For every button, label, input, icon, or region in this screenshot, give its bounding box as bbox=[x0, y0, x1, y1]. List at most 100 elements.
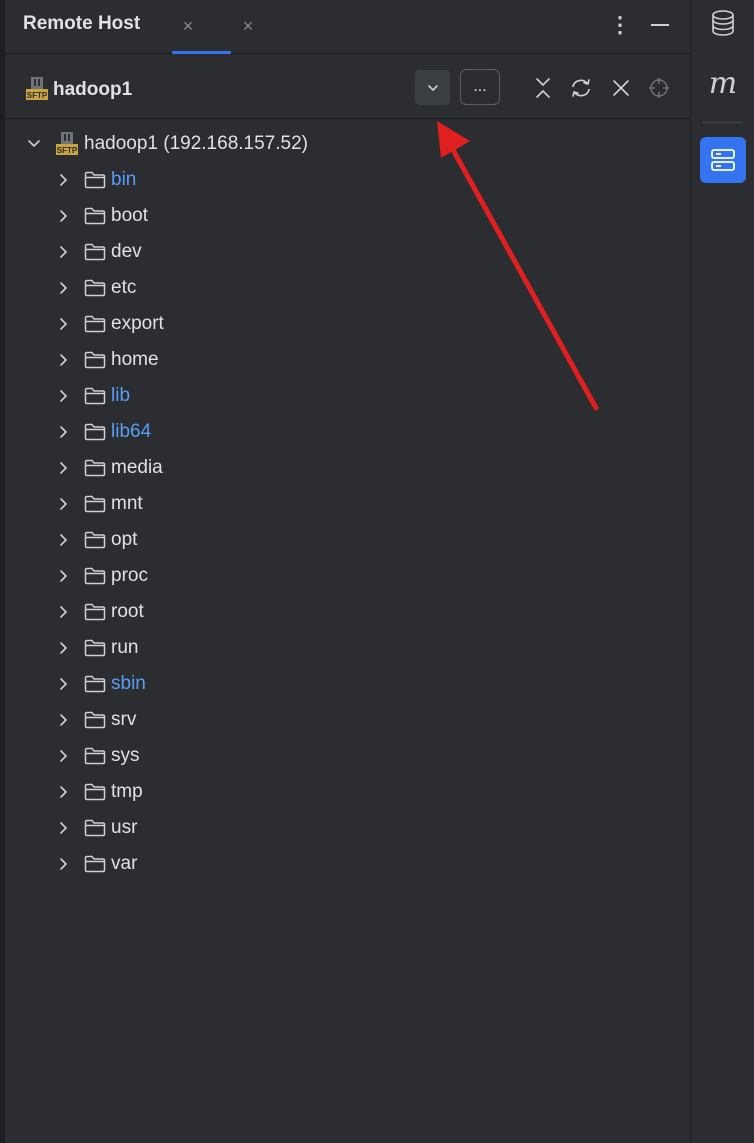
tree-row[interactable]: root bbox=[5, 594, 690, 630]
minimize-icon[interactable] bbox=[648, 11, 672, 39]
folder-icon bbox=[84, 819, 106, 837]
svg-text:SFTP: SFTP bbox=[57, 146, 78, 155]
tree-row[interactable]: usr bbox=[5, 810, 690, 846]
chevron-right-icon[interactable] bbox=[56, 605, 70, 619]
tree-row[interactable]: boot bbox=[5, 198, 690, 234]
target-icon[interactable] bbox=[646, 74, 672, 102]
sftp-icon: SFTP bbox=[26, 77, 48, 100]
collapse-all-icon[interactable] bbox=[530, 74, 556, 102]
chevron-right-icon[interactable] bbox=[56, 497, 70, 511]
tree-item-label: mnt bbox=[111, 493, 143, 514]
chevron-right-icon[interactable] bbox=[56, 281, 70, 295]
folder-icon bbox=[84, 711, 106, 729]
tree-row[interactable]: var bbox=[5, 846, 690, 882]
folder-icon bbox=[84, 315, 106, 333]
chevron-right-icon[interactable] bbox=[56, 821, 70, 835]
tree-root-row[interactable]: SFTP hadoop1 (192.168.157.52) bbox=[5, 126, 690, 162]
chevron-right-icon[interactable] bbox=[56, 569, 70, 583]
chevron-right-icon[interactable] bbox=[56, 389, 70, 403]
chevron-right-icon[interactable] bbox=[56, 785, 70, 799]
tree-root-label: hadoop1 (192.168.157.52) bbox=[84, 133, 308, 154]
tree-item-label: etc bbox=[111, 277, 137, 298]
host-dropdown-button[interactable] bbox=[415, 70, 450, 105]
chevron-right-icon[interactable] bbox=[56, 353, 70, 367]
right-tool-sidebar: m bbox=[690, 0, 754, 1143]
tree-item-label: home bbox=[111, 349, 159, 370]
tree-row[interactable]: srv bbox=[5, 702, 690, 738]
sync-icon[interactable] bbox=[568, 74, 594, 102]
tree-row[interactable]: proc bbox=[5, 558, 690, 594]
chevron-right-icon[interactable] bbox=[56, 425, 70, 439]
sftp-icon: SFTP bbox=[56, 132, 78, 155]
tree-item-label: root bbox=[111, 601, 144, 622]
tree-row[interactable]: dev bbox=[5, 234, 690, 270]
panel-title: Remote Host bbox=[23, 13, 141, 34]
tree-row[interactable]: sbin bbox=[5, 666, 690, 702]
chevron-down-icon bbox=[427, 84, 438, 91]
chevron-down-icon[interactable] bbox=[27, 137, 41, 151]
tree-item-label: sbin bbox=[111, 673, 146, 694]
tree-item-label: run bbox=[111, 637, 139, 658]
tree-row[interactable]: media bbox=[5, 450, 690, 486]
chevron-right-icon[interactable] bbox=[56, 461, 70, 475]
tree-item-label: export bbox=[111, 313, 164, 334]
tree-row[interactable]: opt bbox=[5, 522, 690, 558]
chevron-right-icon[interactable] bbox=[56, 173, 70, 187]
folder-icon bbox=[84, 855, 106, 873]
tab-close-button[interactable]: × bbox=[175, 13, 201, 39]
folder-icon bbox=[84, 783, 106, 801]
tree-row[interactable]: run bbox=[5, 630, 690, 666]
folder-icon bbox=[84, 243, 106, 261]
folder-icon bbox=[84, 747, 106, 765]
tree-item-label: lib bbox=[111, 385, 131, 406]
tree-row[interactable]: etc bbox=[5, 270, 690, 306]
tree-item-label: boot bbox=[111, 205, 148, 226]
tree-item-label: dev bbox=[111, 241, 142, 262]
tree-row[interactable]: bin bbox=[5, 162, 690, 198]
sidebar-divider bbox=[703, 122, 743, 123]
tree-item-label: proc bbox=[111, 565, 148, 586]
tab-close-button-2[interactable]: × bbox=[235, 13, 261, 39]
chevron-right-icon[interactable] bbox=[56, 713, 70, 727]
chevron-right-icon[interactable] bbox=[56, 317, 70, 331]
tree-item-label: bin bbox=[111, 169, 137, 190]
folder-icon bbox=[84, 531, 106, 549]
folder-icon bbox=[84, 495, 106, 513]
tree-item-label: var bbox=[111, 853, 138, 874]
tree-row[interactable]: home bbox=[5, 342, 690, 378]
close-icon[interactable] bbox=[608, 74, 634, 102]
chevron-right-icon[interactable] bbox=[56, 209, 70, 223]
tree-item-label: sys bbox=[111, 745, 140, 766]
tree-item-label: media bbox=[111, 457, 163, 478]
chevron-right-icon[interactable] bbox=[56, 245, 70, 259]
folder-icon bbox=[84, 603, 106, 621]
tree-row[interactable]: tmp bbox=[5, 774, 690, 810]
chevron-right-icon[interactable] bbox=[56, 533, 70, 547]
tree-item-label: tmp bbox=[111, 781, 143, 802]
tree-item-label: lib64 bbox=[111, 421, 152, 442]
tree-row[interactable]: export bbox=[5, 306, 690, 342]
folder-icon bbox=[84, 279, 106, 297]
host-toolbar: SFTP hadoop1 ... bbox=[5, 54, 690, 119]
remote-host-panel: Remote Host × × ⋮ SFTP hadoop1 ... SFTP … bbox=[5, 0, 690, 1143]
database-icon[interactable] bbox=[700, 0, 746, 46]
folder-icon bbox=[84, 423, 106, 441]
browse-button[interactable]: ... bbox=[460, 69, 500, 105]
svg-text:SFTP: SFTP bbox=[27, 91, 48, 100]
chevron-right-icon[interactable] bbox=[56, 641, 70, 655]
tree-row[interactable]: sys bbox=[5, 738, 690, 774]
folder-icon bbox=[84, 351, 106, 369]
chevron-right-icon[interactable] bbox=[56, 857, 70, 871]
tree-row[interactable]: mnt bbox=[5, 486, 690, 522]
tree-row[interactable]: lib64 bbox=[5, 414, 690, 450]
folder-icon bbox=[84, 567, 106, 585]
folder-icon bbox=[84, 207, 106, 225]
chevron-right-icon[interactable] bbox=[56, 749, 70, 763]
tree-row[interactable]: lib bbox=[5, 378, 690, 414]
folder-icon bbox=[84, 675, 106, 693]
chevron-right-icon[interactable] bbox=[56, 677, 70, 691]
more-options-icon[interactable]: ⋮ bbox=[608, 11, 632, 39]
maven-icon[interactable]: m bbox=[700, 60, 746, 106]
remote-host-icon[interactable] bbox=[700, 137, 746, 183]
folder-icon bbox=[84, 459, 106, 477]
